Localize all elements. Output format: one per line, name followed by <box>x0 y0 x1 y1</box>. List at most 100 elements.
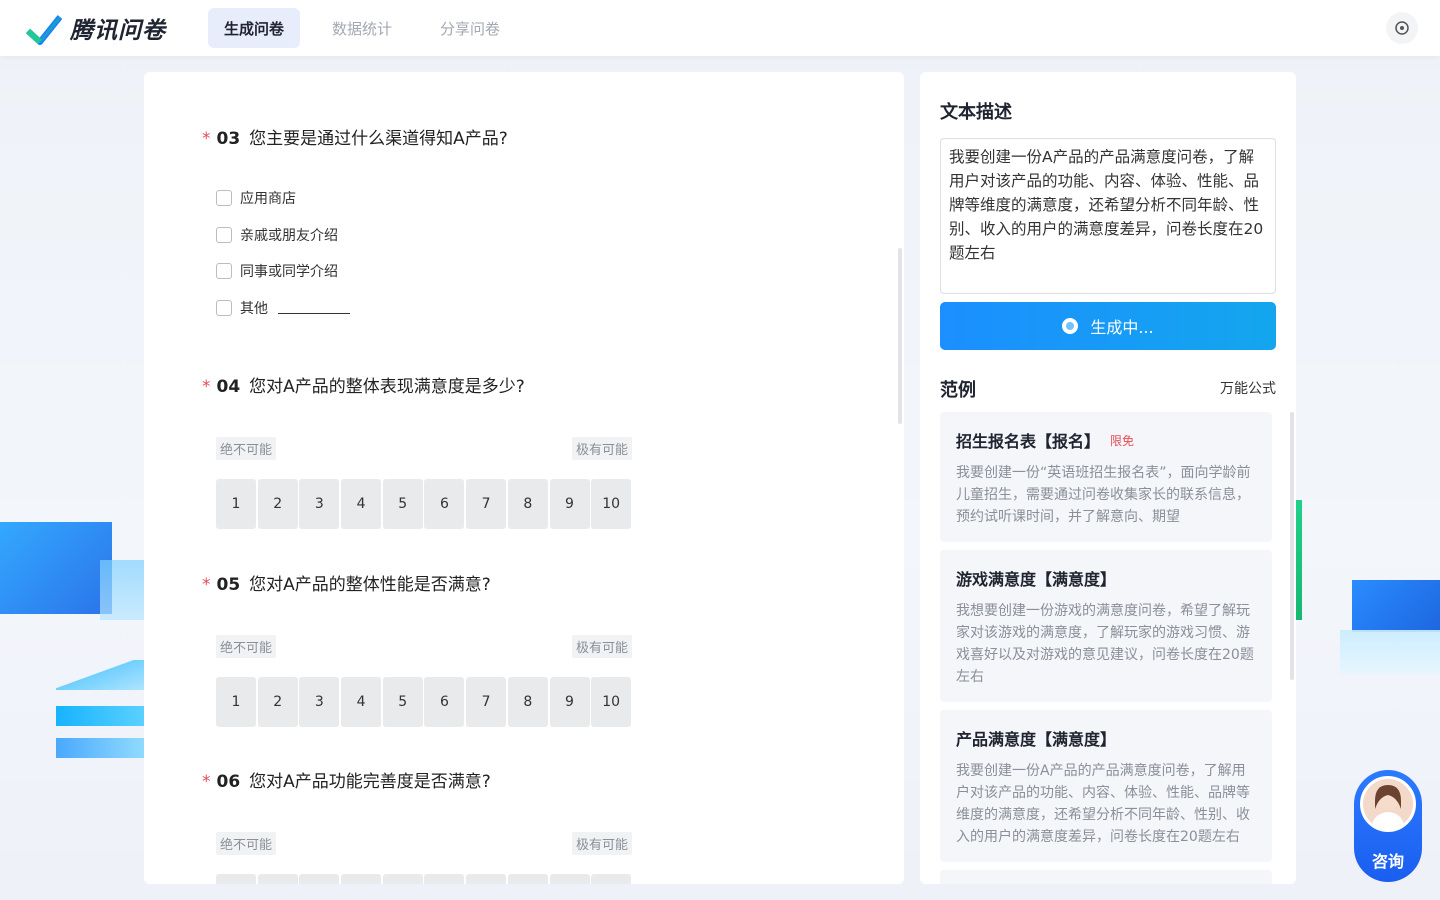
scale-max-label: 极有可能 <box>571 832 632 855</box>
example-card-next[interactable] <box>940 870 1272 884</box>
question-number: 05 <box>216 575 241 595</box>
scale-option[interactable]: 7 <box>466 677 507 727</box>
question-title: * 06 您对A产品功能完善度是否满意? <box>202 767 633 792</box>
question-05: * 05 您对A产品的整体性能是否满意? 绝不可能 极有可能 1 2 3 4 5… <box>202 570 633 727</box>
scale-option[interactable]: 4 <box>341 677 382 727</box>
scale-labels: 绝不可能 极有可能 <box>216 437 632 460</box>
option-app-store[interactable]: 应用商店 <box>216 189 508 207</box>
required-mark: * <box>202 377 211 397</box>
logo[interactable]: 腾讯问卷 <box>25 11 196 45</box>
option-label: 同事或同学介绍 <box>240 264 338 280</box>
scale-option[interactable]: 4 <box>341 874 382 884</box>
examples-heading: 范例 <box>940 380 976 401</box>
loading-spinner-icon <box>1062 318 1079 334</box>
checkbox[interactable] <box>216 299 232 316</box>
example-title: 招生报名表【报名】 限免 <box>956 428 1256 452</box>
scale-option[interactable]: 2 <box>257 479 298 529</box>
question-text: 您主要是通过什么渠道得知A产品? <box>249 129 508 149</box>
scale-option[interactable]: 5 <box>382 677 423 727</box>
generate-button[interactable]: 生成中... <box>940 302 1276 350</box>
option-colleagues[interactable]: 同事或同学介绍 <box>216 262 508 280</box>
agent-avatar <box>1360 776 1416 832</box>
desc-heading: 文本描述 <box>940 102 1012 123</box>
scale-option[interactable]: 5 <box>382 479 423 529</box>
formula-link[interactable]: 万能公式 <box>1220 378 1276 398</box>
description-textarea[interactable]: 我要创建一份A产品的产品满意度问卷，了解用户对该产品的功能、内容、体验、性能、品… <box>940 138 1276 294</box>
example-card-enrollment[interactable]: 招生报名表【报名】 限免 我要创建一份“英语班招生报名表”，面向学龄前儿童招生，… <box>940 412 1272 542</box>
scale-labels: 绝不可能 极有可能 <box>216 832 632 855</box>
question-title: * 04 您对A产品的整体表现满意度是多少? <box>202 372 633 397</box>
scale-min-label: 绝不可能 <box>216 832 277 855</box>
background-decoration <box>56 738 144 758</box>
scale-option[interactable]: 7 <box>466 479 507 529</box>
scrollbar[interactable] <box>898 248 902 424</box>
generator-side-panel: 文本描述 我要创建一份A产品的产品满意度问卷，了解用户对该产品的功能、内容、体验… <box>920 72 1296 884</box>
question-text: 您对A产品功能完善度是否满意? <box>249 772 491 792</box>
background-decoration <box>1340 630 1440 674</box>
scale-option[interactable]: 9 <box>549 677 590 727</box>
option-friends[interactable]: 亲戚或朋友介绍 <box>216 226 508 244</box>
tab-share-survey[interactable]: 分享问卷 <box>424 8 516 48</box>
question-text: 您对A产品的整体性能是否满意? <box>249 575 491 595</box>
scale-option[interactable]: 8 <box>507 874 548 884</box>
scale-option[interactable]: 2 <box>257 677 298 727</box>
scale-option[interactable]: 2 <box>257 874 298 884</box>
example-title-text: 产品满意度【满意度】 <box>956 730 1117 749</box>
example-title: 游戏满意度【满意度】 <box>956 566 1256 590</box>
scale-labels: 绝不可能 极有可能 <box>216 635 632 658</box>
option-other[interactable]: 其他 <box>216 299 508 317</box>
scale-option[interactable]: 10 <box>591 677 632 727</box>
question-03: * 03 您主要是通过什么渠道得知A产品? 应用商店 亲戚或朋友介绍 同事或同学… <box>202 124 508 335</box>
question-text: 您对A产品的整体表现满意度是多少? <box>249 377 525 397</box>
scale-option[interactable]: 1 <box>216 874 256 884</box>
scale-option[interactable]: 6 <box>424 479 465 529</box>
option-label: 亲戚或朋友介绍 <box>240 227 338 244</box>
scale-option[interactable]: 1 <box>216 677 256 727</box>
background-decoration <box>56 660 144 690</box>
scale-option[interactable]: 6 <box>424 677 465 727</box>
scale-option[interactable]: 7 <box>466 874 507 884</box>
rating-scale: 1 2 3 4 5 6 7 8 9 10 <box>216 874 633 884</box>
example-card-product[interactable]: 产品满意度【满意度】 我要创建一份A产品的产品满意度问卷，了解用户对该产品的功能… <box>940 710 1272 862</box>
scale-option[interactable]: 9 <box>549 874 590 884</box>
question-title: * 03 您主要是通过什么渠道得知A产品? <box>202 124 508 149</box>
option-label: 其他 <box>240 300 268 317</box>
checkbox[interactable] <box>216 226 232 243</box>
example-card-game[interactable]: 游戏满意度【满意度】 我想要创建一份游戏的满意度问卷，希望了解玩家对该游戏的满意… <box>940 550 1272 702</box>
scale-max-label: 极有可能 <box>571 437 632 460</box>
free-badge: 限免 <box>1110 433 1135 448</box>
tab-generate-survey[interactable]: 生成问卷 <box>208 8 301 48</box>
example-title-text: 游戏满意度【满意度】 <box>956 570 1117 589</box>
checkbox[interactable] <box>216 190 232 206</box>
scale-option[interactable]: 5 <box>382 874 423 884</box>
scale-option[interactable]: 1 <box>216 479 256 529</box>
question-number: 06 <box>216 772 241 792</box>
survey-preview-panel[interactable]: * 03 您主要是通过什么渠道得知A产品? 应用商店 亲戚或朋友介绍 同事或同学… <box>144 72 904 884</box>
tab-data-stats[interactable]: 数据统计 <box>316 8 408 48</box>
scale-option[interactable]: 10 <box>591 874 632 884</box>
scale-option[interactable]: 3 <box>299 677 340 727</box>
scale-option[interactable]: 9 <box>549 479 590 529</box>
required-mark: * <box>202 129 211 149</box>
scale-option[interactable]: 4 <box>341 479 382 529</box>
example-desc: 我要创建一份A产品的产品满意度问卷，了解用户对该产品的功能、内容、体验、性能、品… <box>956 763 1250 845</box>
example-title: 产品满意度【满意度】 <box>956 726 1256 750</box>
user-avatar[interactable] <box>1386 12 1418 44</box>
question-title: * 05 您对A产品的整体性能是否满意? <box>202 570 633 595</box>
checkbox[interactable] <box>216 263 232 279</box>
main-nav: 生成问卷 数据统计 分享问卷 <box>208 8 532 48</box>
scale-option[interactable]: 8 <box>507 479 548 529</box>
example-desc: 我要创建一份“英语班招生报名表”，面向学龄前儿童招生，需要通过问卷收集家长的联系… <box>956 465 1251 525</box>
option-label: 应用商店 <box>240 191 296 207</box>
scrollbar[interactable] <box>1290 412 1294 680</box>
other-input[interactable] <box>278 302 350 314</box>
checkbox-options: 应用商店 亲戚或朋友介绍 同事或同学介绍 其他 <box>216 189 508 317</box>
consult-button[interactable]: 咨询 <box>1354 770 1422 882</box>
scale-option[interactable]: 3 <box>299 874 340 884</box>
required-mark: * <box>202 772 211 792</box>
scale-option[interactable]: 10 <box>591 479 632 529</box>
scale-option[interactable]: 6 <box>424 874 465 884</box>
scale-option[interactable]: 8 <box>507 677 548 727</box>
example-title-text: 招生报名表【报名】 <box>956 432 1101 451</box>
scale-option[interactable]: 3 <box>299 479 340 529</box>
